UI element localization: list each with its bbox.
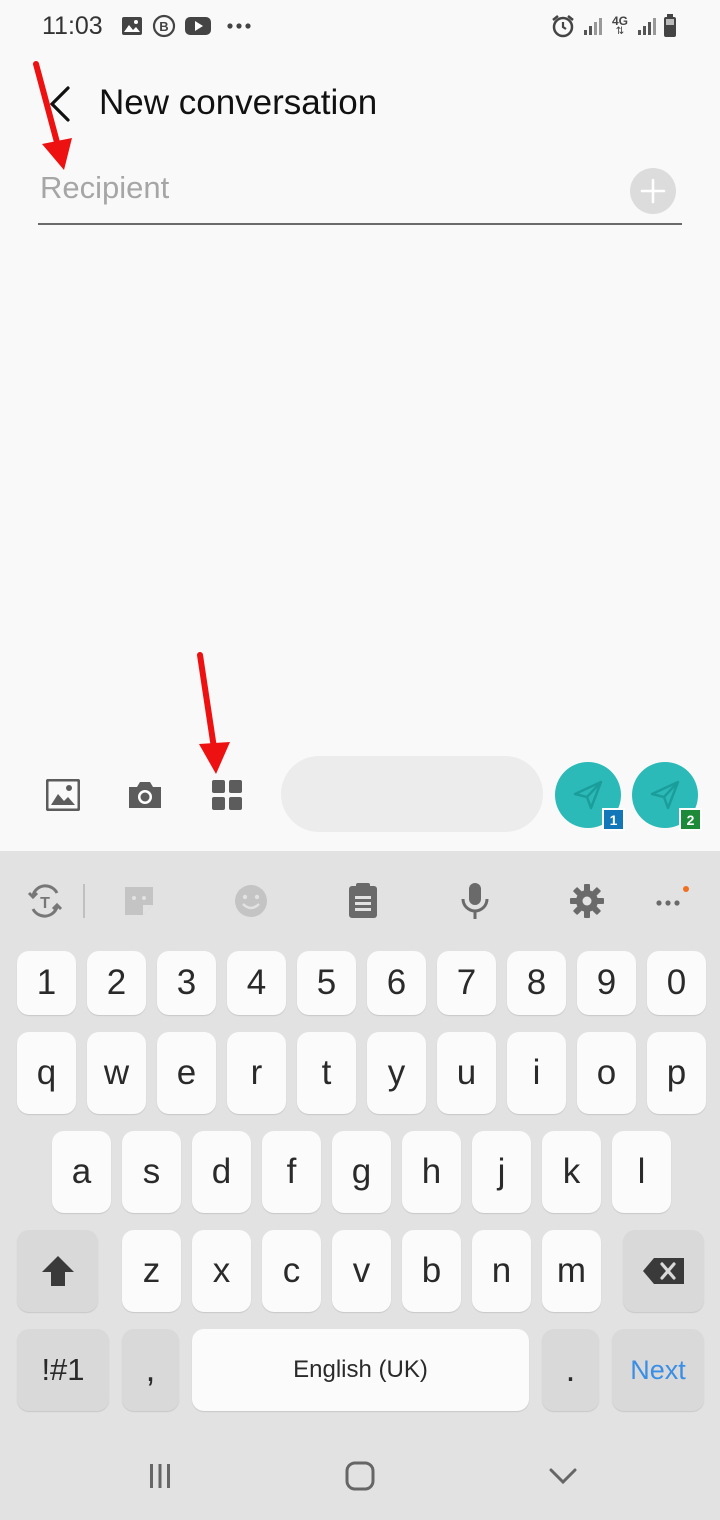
symbols-key[interactable]: !#1 <box>17 1329 109 1411</box>
svg-text:T: T <box>40 895 50 912</box>
settings-button[interactable] <box>560 874 614 928</box>
signal-icon-2 <box>636 14 658 38</box>
hide-keyboard-button[interactable] <box>543 1456 583 1496</box>
key-z[interactable]: z <box>122 1230 181 1312</box>
send-sim1-button[interactable]: 1 <box>555 762 625 831</box>
key-n[interactable]: n <box>472 1230 531 1312</box>
sim2-badge: 2 <box>679 808 702 831</box>
b-badge-icon: B <box>152 14 176 38</box>
shift-key[interactable] <box>17 1230 98 1312</box>
status-bar: 11:03 B 4G ⇅ <box>0 0 720 56</box>
key-r[interactable]: r <box>227 1032 286 1114</box>
signal-icon <box>582 14 604 38</box>
key-u[interactable]: u <box>437 1032 496 1114</box>
status-time: 11:03 <box>42 12 103 40</box>
backspace-icon <box>642 1258 684 1284</box>
period-key[interactable]: . <box>542 1329 599 1411</box>
key-5[interactable]: 5 <box>297 951 356 1015</box>
key-7[interactable]: 7 <box>437 951 496 1015</box>
key-j[interactable]: j <box>472 1131 531 1213</box>
comma-key[interactable]: , <box>122 1329 179 1411</box>
alarm-icon <box>550 14 576 38</box>
emoji-button[interactable] <box>224 874 278 928</box>
send-sim2-button[interactable]: 2 <box>632 762 702 831</box>
sticker-button[interactable] <box>112 874 166 928</box>
plus-icon <box>640 178 666 204</box>
sticker-icon <box>125 887 153 915</box>
gallery-icon <box>46 779 80 811</box>
add-recipient-button[interactable] <box>630 168 676 214</box>
translate-icon: T <box>27 884 63 918</box>
image-icon <box>120 14 144 38</box>
key-c[interactable]: c <box>262 1230 321 1312</box>
camera-button[interactable] <box>117 767 173 823</box>
space-key[interactable]: English (UK) <box>192 1329 529 1411</box>
key-y[interactable]: y <box>367 1032 426 1114</box>
key-4[interactable]: 4 <box>227 951 286 1015</box>
page-title: New conversation <box>99 83 378 122</box>
key-a[interactable]: a <box>52 1131 111 1213</box>
key-h[interactable]: h <box>402 1131 461 1213</box>
chevron-down-icon <box>549 1468 577 1485</box>
battery-icon <box>662 14 678 38</box>
home-icon <box>345 1461 375 1491</box>
annotation-arrow-apps <box>197 652 230 774</box>
recent-apps-icon <box>150 1464 170 1488</box>
home-button[interactable] <box>340 1456 380 1496</box>
send-icon <box>573 780 603 810</box>
key-w[interactable]: w <box>87 1032 146 1114</box>
more-icon <box>656 886 689 906</box>
key-i[interactable]: i <box>507 1032 566 1114</box>
key-3[interactable]: 3 <box>157 951 216 1015</box>
clipboard-icon <box>349 883 377 918</box>
toolbar-divider <box>83 884 85 918</box>
recent-apps-button[interactable] <box>140 1456 180 1496</box>
key-b[interactable]: b <box>402 1230 461 1312</box>
apps-grid-icon <box>212 780 242 810</box>
key-6[interactable]: 6 <box>367 951 426 1015</box>
key-9[interactable]: 9 <box>577 951 636 1015</box>
key-s[interactable]: s <box>122 1131 181 1213</box>
svg-text:B: B <box>159 19 168 34</box>
next-key[interactable]: Next <box>612 1329 704 1411</box>
gallery-button[interactable] <box>35 767 91 823</box>
send-icon <box>650 780 680 810</box>
key-2[interactable]: 2 <box>87 951 146 1015</box>
clipboard-button[interactable] <box>336 874 390 928</box>
key-v[interactable]: v <box>332 1230 391 1312</box>
key-8[interactable]: 8 <box>507 951 566 1015</box>
translate-button[interactable]: T <box>18 874 72 928</box>
more-options-button[interactable] <box>644 874 698 928</box>
key-t[interactable]: t <box>297 1032 356 1114</box>
settings-icon <box>570 884 604 918</box>
key-p[interactable]: p <box>647 1032 706 1114</box>
key-f[interactable]: f <box>262 1131 321 1213</box>
key-1[interactable]: 1 <box>17 951 76 1015</box>
4g-icon: 4G ⇅ <box>611 14 628 37</box>
more-dots-icon <box>226 14 252 38</box>
key-l[interactable]: l <box>612 1131 671 1213</box>
key-x[interactable]: x <box>192 1230 251 1312</box>
key-e[interactable]: e <box>157 1032 216 1114</box>
annotation-arrow-recipient <box>33 61 72 170</box>
key-0[interactable]: 0 <box>647 951 706 1015</box>
emoji-icon <box>235 885 267 917</box>
key-d[interactable]: d <box>192 1131 251 1213</box>
key-k[interactable]: k <box>542 1131 601 1213</box>
mic-icon <box>461 883 489 919</box>
key-o[interactable]: o <box>577 1032 636 1114</box>
backspace-key[interactable] <box>623 1230 704 1312</box>
camera-icon <box>129 782 161 808</box>
mic-button[interactable] <box>448 874 502 928</box>
youtube-icon <box>184 14 212 38</box>
sim1-badge: 1 <box>602 808 625 831</box>
key-q[interactable]: q <box>17 1032 76 1114</box>
key-m[interactable]: m <box>542 1230 601 1312</box>
recipient-underline <box>38 223 682 225</box>
key-g[interactable]: g <box>332 1131 391 1213</box>
shift-icon <box>41 1256 74 1286</box>
message-input[interactable] <box>281 756 543 832</box>
